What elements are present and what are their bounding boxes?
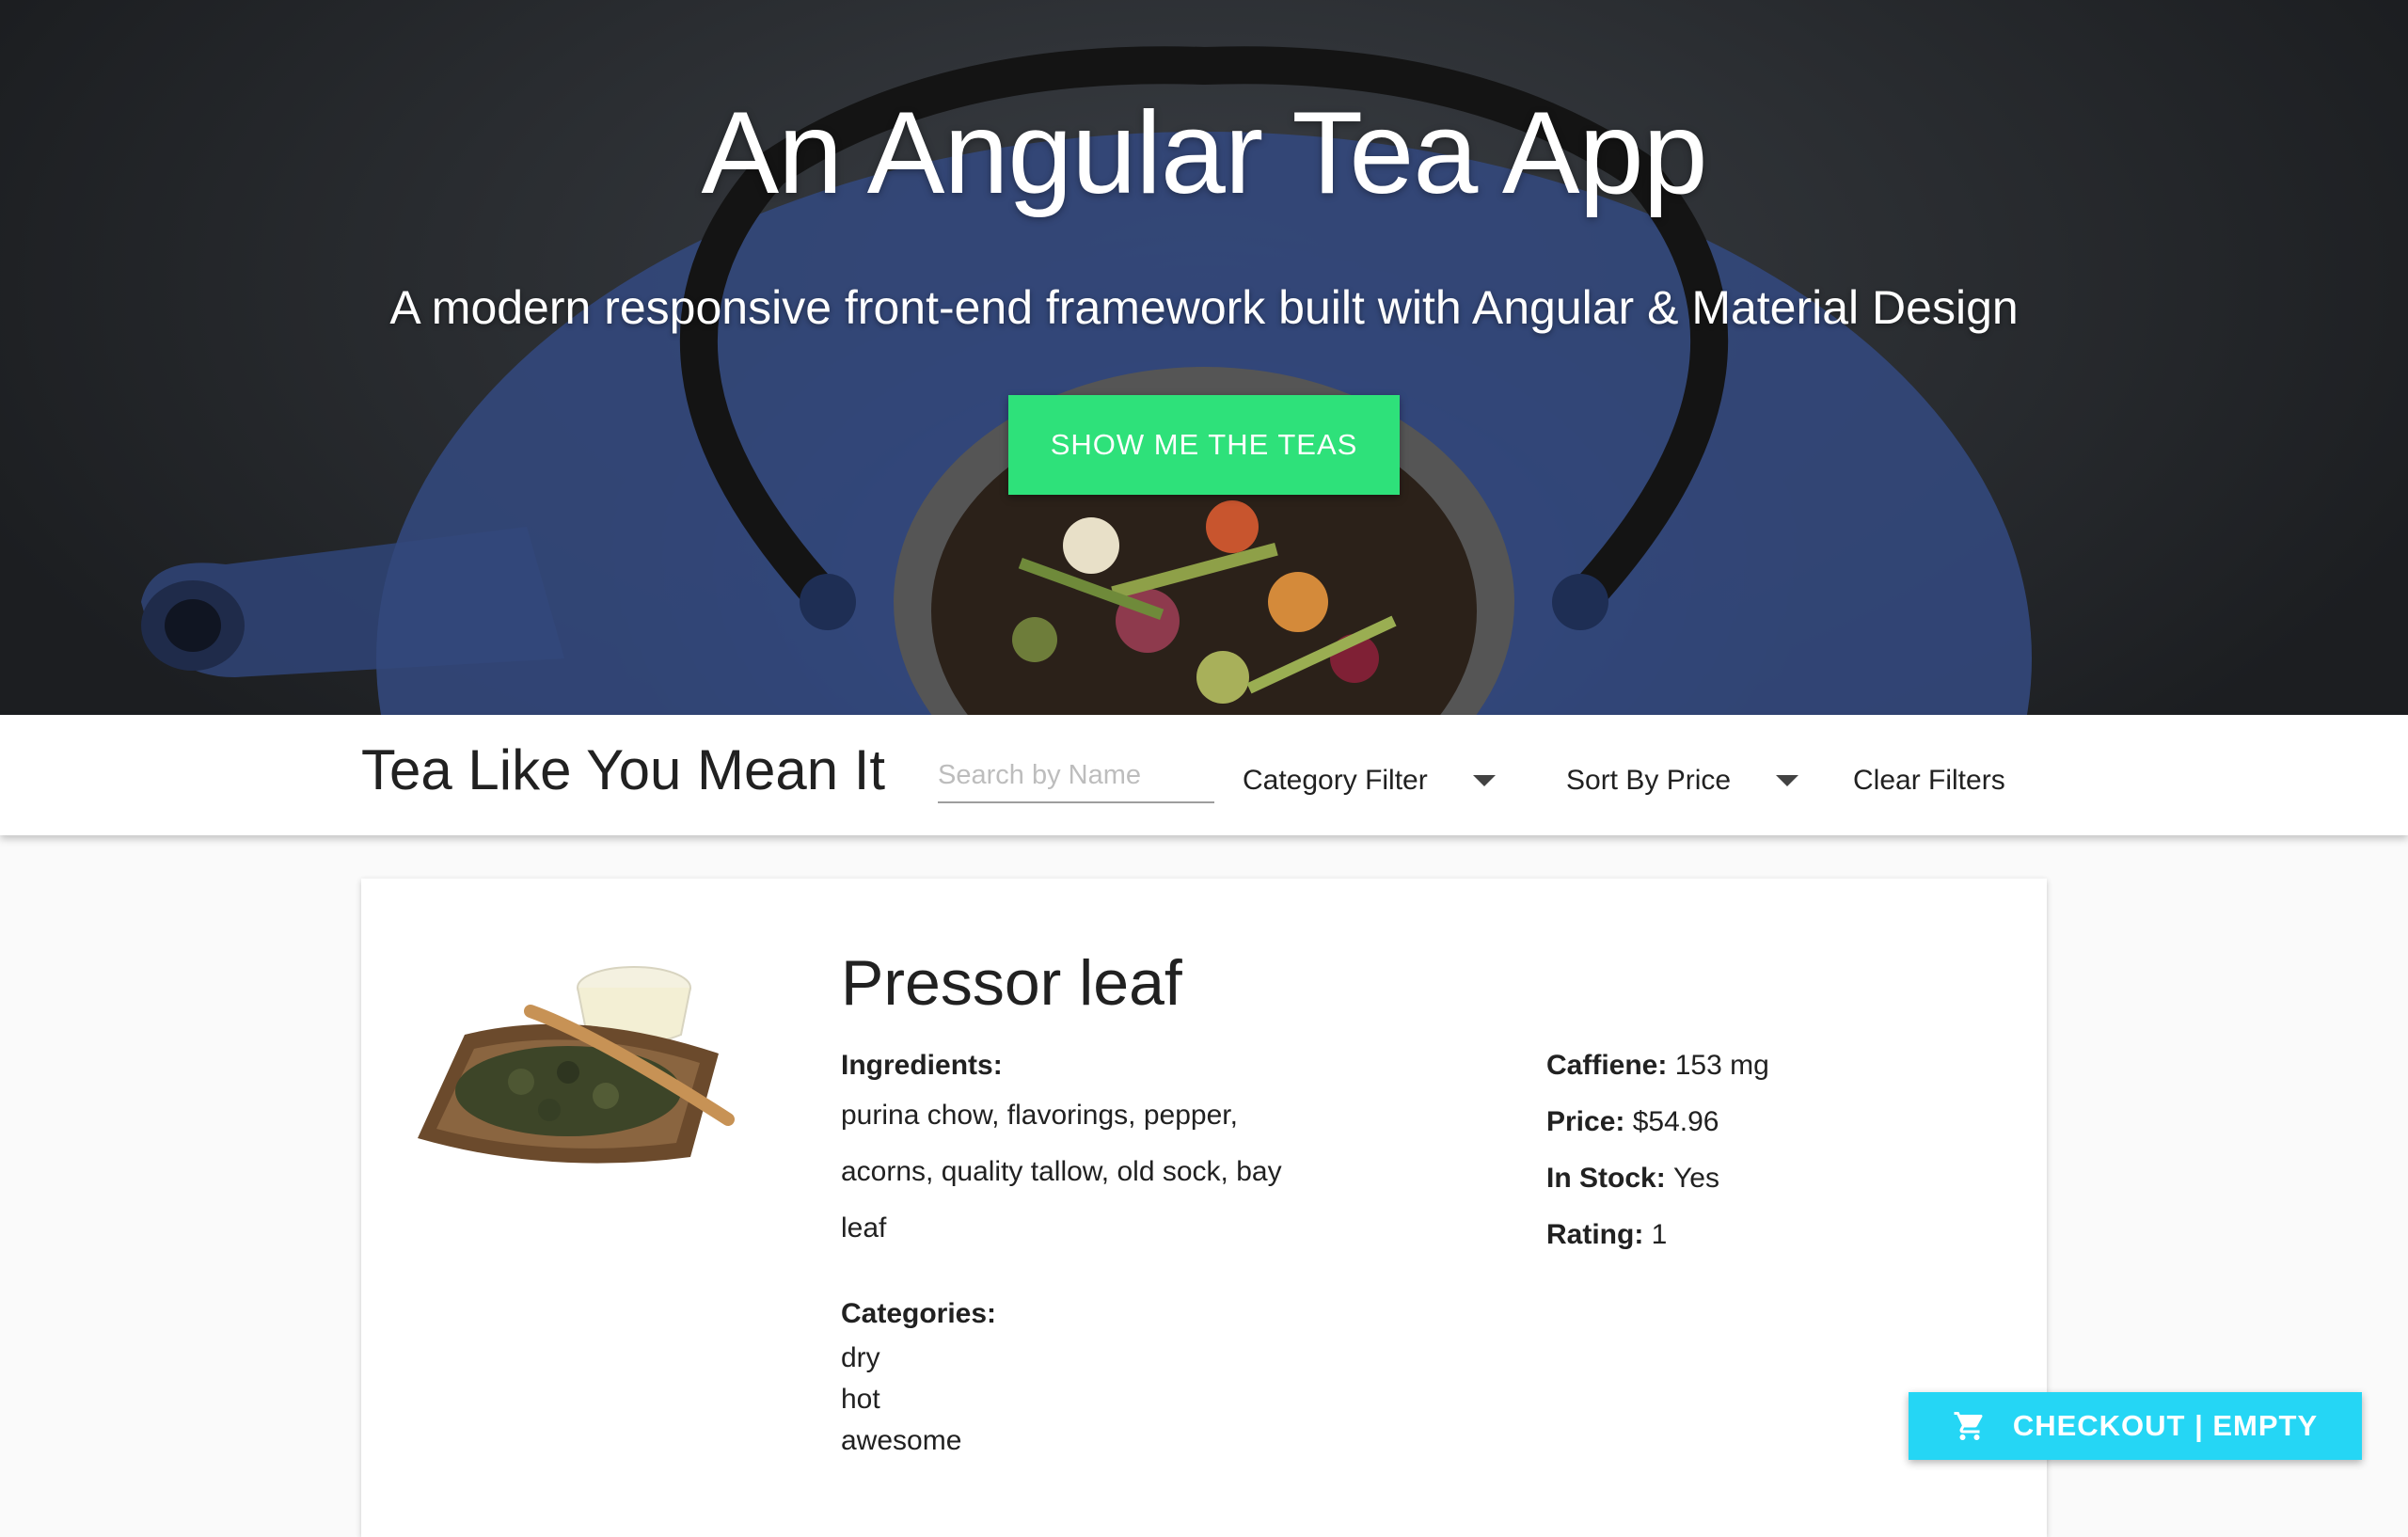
stock-value: Yes xyxy=(1673,1163,1719,1194)
show-teas-button[interactable]: SHOW ME THE TEAS xyxy=(1008,395,1400,495)
category-item: hot xyxy=(841,1384,880,1415)
price-row: Price: $54.96 xyxy=(1546,1106,2017,1163)
ingredients-line: purina chow, flavorings, pepper, xyxy=(841,1100,1238,1131)
tea-details-left: Ingredients: purina chow, flavorings, pe… xyxy=(841,1050,1330,1462)
categories-label: Categories: xyxy=(841,1298,997,1329)
sort-price-select[interactable]: Sort By Price xyxy=(1566,753,1811,809)
ingredients-line: leaf xyxy=(841,1212,887,1244)
category-filter-label: Category Filter xyxy=(1243,765,1428,796)
price-value: $54.96 xyxy=(1632,1106,1719,1137)
tea-image xyxy=(418,966,735,1164)
ingredients-text: purina chow, flavorings, pepper, acorns,… xyxy=(841,1087,1330,1257)
tea-details-right: Caffiene: 153 mg Price: $54.96 In Stock:… xyxy=(1546,1050,2017,1276)
category-item: awesome xyxy=(841,1425,962,1456)
rating-row: Rating: 1 xyxy=(1546,1219,2017,1276)
ingredients-label: Ingredients: xyxy=(841,1050,1003,1081)
ingredients-line: acorns, quality tallow, old sock, bay xyxy=(841,1156,1282,1187)
hero-banner: An Angular Tea App A modern responsive f… xyxy=(0,0,2408,715)
caffeine-row: Caffiene: 153 mg xyxy=(1546,1050,2017,1106)
checkout-button[interactable]: CHECKOUT | EMPTY xyxy=(1909,1392,2362,1460)
search-input[interactable] xyxy=(938,749,1214,803)
tea-name: Pressor leaf xyxy=(841,947,1182,1019)
tea-card: Pressor leaf Ingredients: purina chow, f… xyxy=(361,879,2047,1537)
categories-list: dry hot awesome xyxy=(841,1338,1330,1462)
filter-toolbar: Tea Like You Mean It Category Filter Sor… xyxy=(0,715,2408,835)
hero-title: An Angular Tea App xyxy=(701,88,1707,218)
rating-label: Rating: xyxy=(1546,1219,1644,1250)
rating-value: 1 xyxy=(1651,1219,1668,1250)
shopping-cart-icon xyxy=(1954,1412,1983,1440)
chevron-down-icon xyxy=(1472,775,1496,786)
hero-subtitle: A modern responsive front-end framework … xyxy=(389,281,2019,334)
caffeine-label: Caffiene: xyxy=(1546,1050,1668,1081)
chevron-down-icon xyxy=(1776,775,1799,786)
caffeine-value: 153 mg xyxy=(1674,1050,1769,1081)
search-field xyxy=(938,749,1214,820)
checkout-label: CHECKOUT | EMPTY xyxy=(2012,1409,2319,1442)
stock-row: In Stock: Yes xyxy=(1546,1163,2017,1219)
stock-label: In Stock: xyxy=(1546,1163,1666,1194)
category-item: dry xyxy=(841,1342,880,1373)
price-label: Price: xyxy=(1546,1106,1625,1137)
sort-price-label: Sort By Price xyxy=(1566,765,1732,796)
clear-filters-button[interactable]: Clear Filters xyxy=(1853,753,2005,809)
category-filter-select[interactable]: Category Filter xyxy=(1243,753,1497,809)
brand-title: Tea Like You Mean It xyxy=(361,738,886,801)
